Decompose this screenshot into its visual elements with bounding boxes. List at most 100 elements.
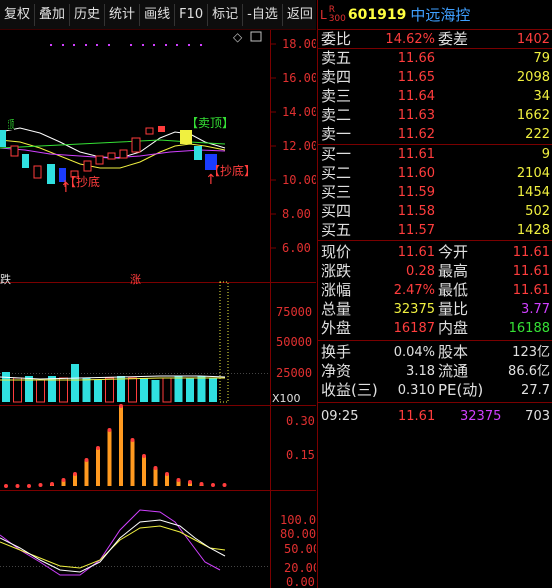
price-axis: 18.00 16.00 14.00 12.00 10.00 8.00 6.00: [282, 37, 318, 255]
volume-bar: [197, 376, 206, 402]
stat-value: 3.77: [521, 302, 550, 317]
indicator1-point: [84, 458, 89, 462]
stat-label: 最高: [438, 262, 469, 280]
overlay-button[interactable]: 叠加: [35, 3, 71, 26]
sell-row[interactable]: 卖一 11.62 222: [318, 125, 552, 144]
sell-row[interactable]: 卖五 11.66 79: [318, 49, 552, 68]
up-arrow-icon: ↑: [205, 172, 217, 188]
buy-volume: 502: [525, 204, 550, 219]
buy-row[interactable]: 买一 11.61 9: [318, 145, 552, 164]
sell-price: 11.62: [397, 127, 435, 142]
mark-button[interactable]: 标记: [208, 3, 244, 26]
stat-label: 总量: [321, 300, 352, 318]
indicator1-bar: [107, 430, 112, 486]
volume-bar: [59, 377, 68, 403]
statistics-button[interactable]: 统计: [105, 3, 141, 26]
stat-label: 最低: [438, 281, 469, 299]
volume-bar: [209, 378, 217, 402]
tick-row[interactable]: 09:25 11.61 32375 703: [318, 407, 552, 426]
buy-row[interactable]: 买五 11.57 1428: [318, 221, 552, 240]
sell-row[interactable]: 卖四 11.65 2098: [318, 68, 552, 87]
signal-label-sell-top: 【卖顶】: [186, 116, 234, 130]
restore-rights-button[interactable]: 复权: [0, 3, 36, 26]
f10-button[interactable]: F10: [175, 3, 209, 26]
volume-axis: 75000 50000 25000 X100: [272, 305, 312, 405]
volume-bar: [117, 376, 125, 402]
indicator1-tick: 0.30: [286, 414, 315, 428]
history-button[interactable]: 历史: [70, 3, 106, 26]
buy-volume: 2104: [516, 166, 550, 181]
signal-dot: [142, 44, 144, 46]
stat-row: 现价 11.61 今开 11.61: [318, 243, 552, 262]
buy-row[interactable]: 买三 11.59 1454: [318, 183, 552, 202]
buy-row[interactable]: 买二 11.60 2104: [318, 164, 552, 183]
sell-row[interactable]: 卖三 11.64 34: [318, 87, 552, 106]
fund-row: 净资 3.18 流通 86.6亿: [318, 362, 552, 381]
window-icon[interactable]: [250, 31, 262, 42]
stat-value: 11.61: [397, 245, 435, 260]
volume-bar: [162, 377, 172, 403]
sell-label: 卖二: [321, 106, 352, 124]
remove-watchlist-button[interactable]: -自选: [243, 3, 283, 26]
sell-price: 11.64: [397, 89, 435, 104]
buy-price: 11.57: [397, 223, 435, 238]
draw-line-button[interactable]: 画线: [140, 3, 176, 26]
diamond-icon[interactable]: ◇: [233, 30, 243, 44]
sell-label: 卖五: [321, 49, 352, 67]
indicator1-bar: [119, 406, 123, 486]
sell-row[interactable]: 卖二 11.63 1662: [318, 106, 552, 125]
quote-panel: L R 300 601919 中远海控 委比 14.62% 委差 1402 卖五…: [317, 0, 552, 588]
toolbar: 复权 叠加 历史 统计 画线 F10 标记 -自选 返回: [0, 0, 316, 30]
indicator1-bar: [153, 468, 158, 486]
kdj-k-line: [0, 519, 226, 573]
volume-bar: [151, 380, 160, 402]
volume-bar: [82, 378, 91, 402]
indicator1-point: [222, 483, 227, 487]
volume-bar: [140, 378, 148, 402]
stat-value: 2.47%: [393, 283, 435, 298]
chart-area[interactable]: ◇ 18.00 16.00 14.00 12.00 10.00 8.00 6.0…: [0, 30, 323, 588]
stat-label: 外盘: [321, 319, 352, 337]
buy-volume: 9: [541, 147, 550, 162]
indicator2-tick: 80.00: [280, 527, 316, 541]
sell-label: 卖三: [321, 87, 352, 105]
signal-dot: [153, 44, 155, 46]
indicator1-point: [27, 484, 31, 488]
fund-value: 0.04%: [393, 345, 435, 360]
candlesticks: [0, 126, 217, 187]
stat-label: 量比: [438, 300, 469, 318]
volume-bar: [2, 372, 10, 402]
sell-label: 卖一: [321, 125, 352, 143]
stat-row: 涨幅 2.47% 最低 11.61: [318, 281, 552, 300]
fund-row: 换手 0.04% 股本 123亿: [318, 343, 552, 362]
fundamentals: 换手 0.04% 股本 123亿 净资 3.18 流通 86.6亿 收益(三) 0.310 PE…: [318, 341, 552, 403]
volume-bar: [128, 377, 137, 403]
volume-bars: [2, 364, 217, 403]
signal-dot: [165, 44, 167, 46]
indicator1-point: [142, 454, 146, 458]
buy-row[interactable]: 买四 11.58 502: [318, 202, 552, 221]
indicator1-point: [61, 478, 66, 482]
tick-volume: 32375: [460, 409, 502, 424]
stat-label: 今开: [438, 243, 469, 261]
stock-title: L R 300 601919 中远海控: [318, 0, 552, 30]
weicha-label: 委差: [438, 30, 469, 48]
buy-price: 11.58: [397, 204, 435, 219]
back-button[interactable]: 返回: [283, 4, 317, 26]
fund-value: 3.18: [406, 364, 435, 379]
price-tick: 10.00: [282, 173, 316, 187]
indicator1-point: [188, 480, 192, 484]
price-tick: 18.00: [282, 37, 316, 51]
fund-label: 流通: [438, 362, 469, 380]
signal-dot: [176, 44, 178, 46]
volume-tick: 50000: [276, 335, 312, 349]
fund-label: 净资: [321, 362, 352, 380]
weibi-row: 委比 14.62% 委差 1402: [318, 30, 552, 49]
signal-dot: [62, 44, 64, 46]
volume-bar: [186, 378, 194, 402]
indicator1-point: [176, 478, 181, 482]
chart-canvas[interactable]: ◇ 18.00 16.00 14.00 12.00 10.00 8.00 6.0…: [0, 30, 323, 588]
indicator1-bars: [4, 404, 227, 488]
price-tick: 6.00: [282, 241, 311, 255]
signal-dot: [108, 44, 110, 46]
